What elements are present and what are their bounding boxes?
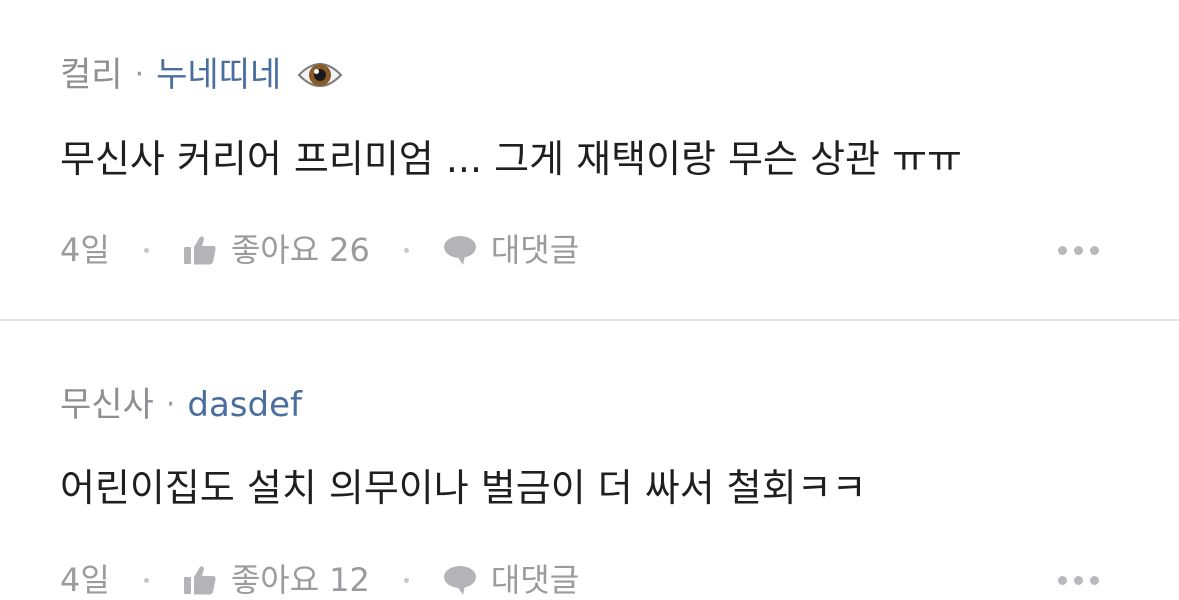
speech-bubble-icon	[443, 236, 476, 265]
reply-label: 대댓글	[490, 561, 580, 599]
reply-label: 대댓글	[490, 231, 580, 269]
more-dot	[1090, 246, 1099, 255]
thumbs-up-icon	[183, 236, 216, 265]
like-button[interactable]: 좋아요 12	[183, 560, 370, 600]
eye-emoji-icon	[297, 55, 343, 95]
more-options-button[interactable]	[1058, 572, 1099, 589]
like-button[interactable]: 좋아요 26	[183, 230, 370, 270]
more-dot	[1074, 246, 1083, 255]
comment-item: 무신사 · dasdef 어린이집도 설치 의무이나 벌금이 더 싸서 철회ㅋㅋ…	[0, 321, 1179, 600]
comment-actions: 4일 좋아요 26 대댓글	[60, 230, 1099, 270]
meta-separator: ·	[165, 387, 176, 422]
action-separator	[403, 577, 409, 583]
comment-time: 4일	[60, 231, 110, 269]
company-name: 컬리	[60, 55, 123, 95]
company-name: 무신사	[60, 385, 154, 425]
more-dot	[1074, 576, 1083, 585]
comment-meta: 무신사 · dasdef	[60, 385, 302, 425]
like-count: 26	[329, 231, 370, 269]
more-options-button[interactable]	[1058, 242, 1099, 259]
like-label: 좋아요	[230, 561, 320, 599]
comment-text: 어린이집도 설치 의무이나 벌금이 더 싸서 철회ㅋㅋ	[60, 466, 867, 510]
action-separator	[143, 577, 149, 583]
meta-separator: ·	[134, 57, 145, 92]
thumbs-up-icon	[183, 566, 216, 595]
like-label: 좋아요	[230, 231, 320, 269]
comment-text: 무신사 커리어 프리미엄 ... 그게 재택이랑 무슨 상관 ㅠㅠ	[60, 137, 962, 181]
author-nickname[interactable]: 누네띠네	[156, 55, 281, 95]
action-separator	[403, 247, 409, 253]
comment-actions: 4일 좋아요 12 대댓글	[60, 560, 1099, 600]
author-nickname[interactable]: dasdef	[187, 385, 302, 425]
reply-button[interactable]: 대댓글	[443, 230, 579, 270]
comment-meta: 컬리 · 누네띠네	[60, 55, 343, 95]
action-separator	[143, 247, 149, 253]
speech-bubble-icon	[443, 566, 476, 595]
more-dot	[1058, 246, 1067, 255]
comment-time: 4일	[60, 561, 110, 599]
more-dot	[1090, 576, 1099, 585]
reply-button[interactable]: 대댓글	[443, 560, 579, 600]
more-dot	[1058, 576, 1067, 585]
comment-item: 컬리 · 누네띠네 무신사 커리어 프리미엄 ... 그게 재택이랑 무슨 상관…	[0, 0, 1179, 320]
like-count: 12	[329, 561, 370, 599]
